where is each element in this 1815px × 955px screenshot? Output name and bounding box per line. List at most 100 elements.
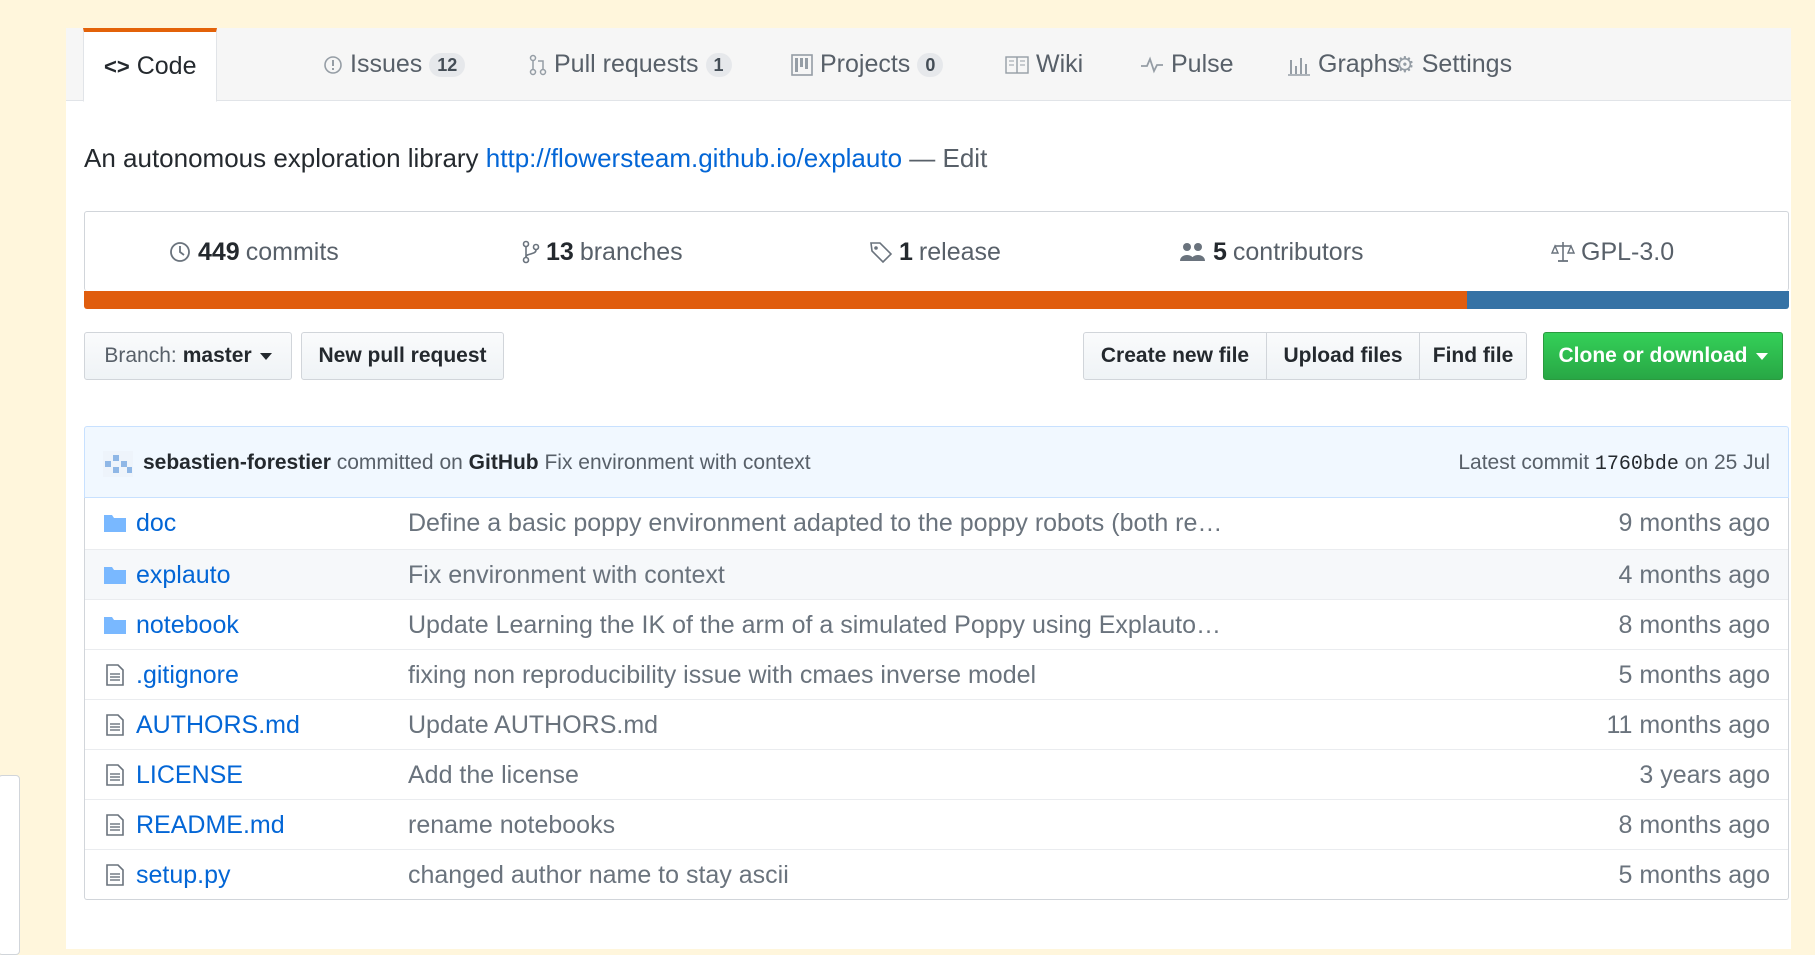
commit-message[interactable]: Fix environment with context bbox=[544, 451, 810, 474]
file-icon bbox=[103, 714, 127, 736]
file-icon bbox=[103, 814, 127, 836]
file-commit-message[interactable]: Fix environment with context bbox=[408, 561, 725, 590]
contributors-label: contributors bbox=[1232, 237, 1364, 266]
issues-counter: 12 bbox=[429, 52, 466, 77]
file-name-link[interactable]: notebook bbox=[136, 611, 239, 640]
gear-icon: ⚙ bbox=[1395, 51, 1415, 77]
upload-files-button[interactable]: Upload files bbox=[1266, 332, 1420, 380]
code-icon: <> bbox=[104, 53, 130, 79]
edit-description-link[interactable]: — Edit bbox=[909, 143, 987, 173]
file-name-link[interactable]: doc bbox=[136, 509, 176, 538]
history-icon bbox=[168, 240, 192, 264]
pull-request-icon bbox=[529, 54, 547, 76]
repo-panel: <> Code Issues 12 Pull requests 1 Projec… bbox=[66, 28, 1791, 949]
tab-pull-requests[interactable]: Pull requests 1 bbox=[509, 28, 752, 101]
create-new-file-button[interactable]: Create new file bbox=[1083, 332, 1267, 380]
find-file-button[interactable]: Find file bbox=[1419, 332, 1527, 380]
file-row[interactable]: setup.py changed author name to stay asci… bbox=[85, 849, 1788, 899]
new-pull-request-button[interactable]: New pull request bbox=[301, 332, 504, 380]
file-commit-message[interactable]: Update Learning the IK of the arm of a s… bbox=[408, 611, 1221, 640]
releases-link[interactable]: 1 release bbox=[869, 212, 1001, 292]
homepage-link[interactable]: http://flowersteam.github.io/explauto bbox=[486, 143, 902, 173]
commit-sha[interactable]: 1760bde bbox=[1595, 453, 1679, 476]
book-icon bbox=[1005, 55, 1029, 74]
file-row[interactable]: README.md rename notebooks 8 months ago bbox=[85, 799, 1788, 849]
tab-label: Wiki bbox=[1036, 50, 1084, 78]
folder-icon bbox=[103, 564, 127, 586]
latest-commit: Latest commit 1760bde on 25 Jul bbox=[1458, 451, 1770, 476]
tab-wiki[interactable]: Wiki bbox=[985, 28, 1103, 101]
file-name-link[interactable]: setup.py bbox=[136, 861, 231, 890]
tab-issues[interactable]: Issues 12 bbox=[303, 28, 485, 101]
side-panel-edge bbox=[0, 775, 20, 955]
tab-label: Code bbox=[136, 52, 197, 80]
file-commit-message[interactable]: rename notebooks bbox=[408, 811, 615, 840]
branches-link[interactable]: 13 branches bbox=[522, 212, 683, 292]
tab-pulse[interactable]: Pulse bbox=[1120, 28, 1254, 101]
project-icon bbox=[791, 53, 813, 76]
file-name-link[interactable]: .gitignore bbox=[136, 661, 239, 690]
branch-select[interactable]: Branch: master bbox=[84, 332, 292, 380]
branch-icon bbox=[522, 240, 540, 264]
file-age: 3 years ago bbox=[1639, 761, 1770, 789]
numbers-summary: 449 commits 13 branches 1 release 5 cont… bbox=[84, 211, 1789, 291]
committed-on-text: committed on bbox=[336, 451, 463, 474]
tab-label: Pulse bbox=[1171, 50, 1234, 78]
file-commit-message[interactable]: Define a basic poppy environment adapted… bbox=[408, 509, 1222, 538]
file-icon bbox=[103, 664, 127, 686]
file-row[interactable]: LICENSE Add the license 3 years ago bbox=[85, 749, 1788, 799]
repo-description: An autonomous exploration library http:/… bbox=[84, 143, 987, 174]
language-bar[interactable] bbox=[84, 291, 1789, 309]
file-age: 4 months ago bbox=[1618, 561, 1771, 589]
tab-label: Settings bbox=[1421, 50, 1513, 78]
file-row[interactable]: notebook Update Learning the IK of the ar… bbox=[85, 599, 1788, 649]
commits-link[interactable]: 449 commits bbox=[168, 212, 339, 292]
clone-or-download-button[interactable]: Clone or download bbox=[1543, 332, 1783, 380]
avatar[interactable] bbox=[103, 451, 133, 477]
license-label: GPL-3.0 bbox=[1581, 237, 1675, 266]
file-row[interactable]: .gitignore fixing non reproducibility iss… bbox=[85, 649, 1788, 699]
file-commit-message[interactable]: Update AUTHORS.md bbox=[408, 711, 658, 740]
file-age: 8 months ago bbox=[1618, 811, 1771, 839]
releases-count: 1 bbox=[899, 237, 913, 266]
file-list: doc Define a basic poppy environment adap… bbox=[84, 498, 1789, 900]
tab-settings[interactable]: ⚙ Settings bbox=[1375, 28, 1532, 101]
clone-label: Clone or download bbox=[1558, 344, 1748, 367]
file-row[interactable]: explauto Fix environment with context 4 mo… bbox=[85, 549, 1788, 599]
chevron-down-icon bbox=[259, 352, 272, 360]
file-row[interactable]: doc Define a basic poppy environment adap… bbox=[85, 498, 1788, 549]
commit-summary: sebastien-forestier committed on GitHub … bbox=[143, 451, 811, 475]
commits-count: 449 bbox=[198, 237, 240, 266]
pulse-icon bbox=[1140, 55, 1164, 74]
file-age: 11 months ago bbox=[1606, 711, 1770, 739]
file-commit-message[interactable]: changed author name to stay ascii bbox=[408, 861, 789, 890]
file-age: 8 months ago bbox=[1618, 611, 1771, 639]
pull-requests-counter: 1 bbox=[705, 52, 732, 77]
tab-code[interactable]: <> Code bbox=[83, 28, 218, 102]
graph-icon bbox=[1287, 54, 1311, 76]
file-name-link[interactable]: LICENSE bbox=[136, 761, 243, 790]
tab-label: Projects bbox=[820, 50, 911, 78]
contributors-link[interactable]: 5 contributors bbox=[1179, 212, 1364, 292]
tab-label: Pull requests bbox=[554, 50, 699, 78]
file-name-link[interactable]: README.md bbox=[136, 811, 285, 840]
tag-icon bbox=[869, 240, 893, 264]
commit-tease: sebastien-forestier committed on GitHub … bbox=[84, 426, 1789, 498]
law-icon bbox=[1551, 240, 1575, 264]
commit-date: on 25 Jul bbox=[1684, 451, 1770, 474]
repo-nav: <> Code Issues 12 Pull requests 1 Projec… bbox=[66, 28, 1791, 102]
folder-icon bbox=[103, 614, 127, 636]
license-link[interactable]: GPL-3.0 bbox=[1551, 212, 1674, 292]
file-name-link[interactable]: AUTHORS.md bbox=[136, 711, 300, 740]
releases-label: release bbox=[918, 237, 1001, 266]
branch-name: master bbox=[182, 344, 252, 367]
file-name-link[interactable]: explauto bbox=[136, 561, 231, 590]
commit-author[interactable]: sebastien-forestier bbox=[143, 451, 331, 474]
description-text: An autonomous exploration library bbox=[84, 143, 479, 173]
latest-commit-label: Latest commit bbox=[1458, 451, 1590, 474]
file-commit-message[interactable]: Add the license bbox=[408, 761, 579, 790]
tab-projects[interactable]: Projects 0 bbox=[771, 28, 963, 101]
file-icon bbox=[103, 764, 127, 786]
file-commit-message[interactable]: fixing non reproducibility issue with cm… bbox=[408, 661, 1036, 690]
file-row[interactable]: AUTHORS.md Update AUTHORS.md 11 months ago bbox=[85, 699, 1788, 749]
